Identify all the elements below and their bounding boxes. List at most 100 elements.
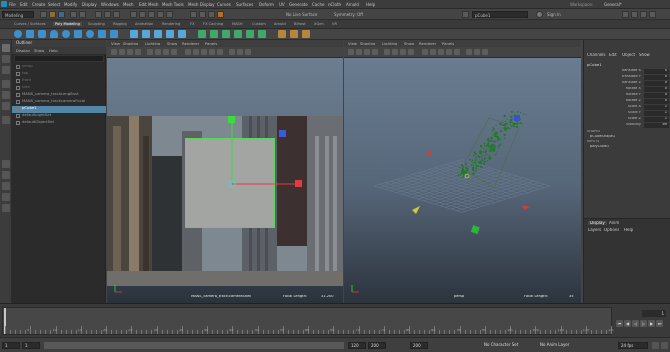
menu-display[interactable]: Display (82, 2, 97, 7)
poly-cylinder-icon[interactable] (38, 30, 46, 38)
vp2-menu-show[interactable]: Show (404, 42, 414, 46)
vp1-menu-renderer[interactable]: Renderer (182, 42, 199, 46)
vp2-menu-shading[interactable]: Shading (360, 42, 375, 46)
image-plane-icon[interactable] (135, 49, 141, 55)
render-icon[interactable] (190, 11, 197, 18)
paint-select-tool-icon[interactable] (2, 66, 10, 74)
channel-box-tab-channels[interactable]: Channels (587, 53, 606, 57)
channel-box-tab-object[interactable]: Object (622, 53, 635, 57)
camera-attributes-icon[interactable] (119, 49, 125, 55)
xray-icon[interactable] (482, 49, 488, 55)
poly-sphere-icon[interactable] (14, 30, 22, 38)
layer-menu-layers[interactable]: Layers (588, 228, 601, 232)
snap-curve-icon[interactable] (139, 11, 146, 18)
snap-live-icon[interactable] (166, 11, 173, 18)
select-tool-icon[interactable] (2, 44, 10, 52)
play-backward-button[interactable]: ◁ (632, 320, 639, 327)
step-back-button[interactable]: ◀ (624, 320, 631, 327)
menu-surfaces[interactable]: Surfaces (236, 2, 253, 7)
planar-map-icon[interactable] (290, 30, 298, 38)
bookmark-icon[interactable] (364, 49, 370, 55)
menu-ncloth[interactable]: nCloth (328, 2, 341, 7)
go-to-start-button[interactable]: ⏮ (616, 320, 623, 327)
channel-box-tab-edit[interactable]: Edit (609, 53, 617, 57)
redo-icon[interactable] (79, 11, 86, 18)
grid-toggle-icon[interactable] (147, 49, 153, 55)
channel-value-field[interactable]: on (644, 123, 669, 128)
poly-torus-icon[interactable] (62, 30, 70, 38)
menu-uv[interactable]: UV (279, 2, 285, 7)
show-channel-box-icon[interactable] (649, 11, 656, 18)
wireframe-icon[interactable] (422, 49, 428, 55)
show-attribute-editor-icon[interactable] (631, 11, 638, 18)
fps-dropdown[interactable]: 24 fps (618, 342, 648, 349)
menu-edit[interactable]: Edit (20, 2, 28, 7)
channel-row[interactable]: Visibility on (584, 123, 670, 129)
shadows-icon[interactable] (217, 49, 223, 55)
shelf-tab-bifrost[interactable]: Bifrost (294, 22, 306, 26)
film-gate-icon[interactable] (155, 49, 161, 55)
channel-box-object-name[interactable]: pCube1 (587, 63, 602, 67)
use-all-lights-icon[interactable] (446, 49, 452, 55)
bridge-icon[interactable] (210, 30, 218, 38)
isolate-select-icon[interactable] (474, 49, 480, 55)
save-scene-icon[interactable] (58, 11, 65, 18)
smooth-shade-icon[interactable] (193, 49, 199, 55)
menu-cache[interactable]: Cache (312, 2, 324, 7)
shelf-tab-animation[interactable]: Animation (135, 22, 153, 26)
insert-edge-loop-icon[interactable] (234, 30, 242, 38)
outliner-menu-help[interactable]: Help (49, 49, 58, 53)
menu-modify[interactable]: Modify (64, 2, 77, 7)
time-slider[interactable]: 5 10 15 20 25 30 35 40 45 50 55 60 65 70 75 80 85 90 95 100… (0, 303, 670, 337)
vp1-menu-view[interactable]: View (111, 42, 120, 46)
range-slider[interactable] (44, 342, 344, 349)
last-tool-icon[interactable] (2, 116, 10, 124)
platonic-solid-icon[interactable] (98, 30, 106, 38)
snap-view-plane-icon[interactable] (157, 11, 164, 18)
persp-graph-layout-icon[interactable] (2, 193, 10, 201)
playback-end-field[interactable]: 120 (348, 342, 366, 349)
resolution-gate-icon[interactable] (400, 49, 406, 55)
undo-icon[interactable] (70, 11, 77, 18)
step-forward-button[interactable]: ▶ (648, 320, 655, 327)
vp2-menu-view[interactable]: View (348, 42, 357, 46)
menu-mesh-display[interactable]: Mesh Display (188, 2, 215, 7)
viewport-persp[interactable]: View Shading Lighting Show Renderer Pane… (344, 40, 581, 303)
show-modeling-toolkit-icon[interactable] (622, 11, 629, 18)
extract-icon[interactable] (154, 30, 162, 38)
menu-windows[interactable]: Windows (101, 2, 119, 7)
channel-value-field[interactable]: 0 (644, 99, 669, 104)
shelf-tab-rigging[interactable]: Rigging (113, 22, 127, 26)
select-object-icon[interactable] (104, 11, 111, 18)
outliner-row[interactable]: defaultLightSet (12, 113, 106, 120)
channel-value-field[interactable]: 1 (644, 117, 669, 122)
vp2-menu-renderer[interactable]: Renderer (419, 42, 436, 46)
smooth-shade-icon[interactable] (430, 49, 436, 55)
auto-key-icon[interactable] (652, 342, 659, 349)
rotate-tool-icon[interactable] (2, 91, 10, 99)
outliner-persp-layout-icon[interactable] (2, 204, 10, 212)
textured-icon[interactable] (438, 49, 444, 55)
ambient-occlusion-icon[interactable] (229, 49, 235, 55)
channel-value-field[interactable]: 0 (644, 69, 669, 74)
channel-value-field[interactable]: 0 (644, 93, 669, 98)
new-scene-icon[interactable] (40, 11, 47, 18)
bookmark-icon[interactable] (127, 49, 133, 55)
lasso-tool-icon[interactable] (2, 55, 10, 63)
anim-layer-dropdown[interactable]: No Anim Layer (538, 342, 578, 349)
select-hierarchy-icon[interactable] (95, 11, 102, 18)
outliner-menu-display[interactable]: Display (16, 49, 30, 53)
shelf-tab-rendering[interactable]: Rendering (162, 22, 180, 26)
menu-help[interactable]: Help (366, 2, 375, 7)
go-to-end-button[interactable]: ⏭ (656, 320, 663, 327)
grid-toggle-icon[interactable] (384, 49, 390, 55)
use-all-lights-icon[interactable] (209, 49, 215, 55)
shelf-tab-sculpting[interactable]: Sculpting (88, 22, 105, 26)
poly-cube-icon[interactable] (26, 30, 34, 38)
input-name[interactable]: polyCube1 (590, 145, 609, 149)
outliner-row[interactable]: pCube1 (12, 106, 106, 113)
move-tool-icon[interactable] (2, 80, 10, 88)
target-weld-icon[interactable] (258, 30, 266, 38)
smooth-icon[interactable] (178, 30, 186, 38)
menu-generate[interactable]: Generate (289, 2, 308, 7)
